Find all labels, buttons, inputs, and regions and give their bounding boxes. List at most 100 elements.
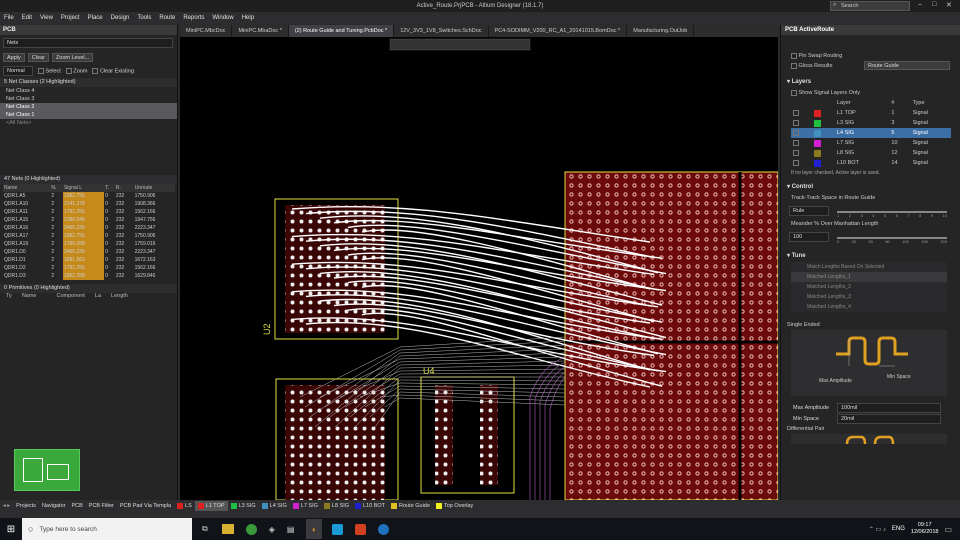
control-section[interactable]: ▾ Control	[781, 182, 960, 193]
menu-edit[interactable]: Edit	[18, 15, 36, 21]
panel-tab[interactable]: PCB Filter	[86, 501, 117, 511]
layer-tab[interactable]: Route Guide	[388, 501, 433, 511]
col-t[interactable]: T.	[104, 184, 115, 192]
chrome-icon[interactable]	[245, 523, 257, 535]
col-r[interactable]: R.	[114, 184, 134, 192]
panel-tab[interactable]: PCB	[68, 501, 85, 511]
pcb-board-drawing[interactable]: U2 U4	[180, 37, 778, 500]
layer-row[interactable]: L10 BOT 14 Signal	[791, 158, 951, 168]
zoom-checkbox[interactable]: Zoom	[65, 67, 87, 74]
col-name[interactable]: Name	[3, 184, 51, 192]
prim-col[interactable]: Length	[111, 293, 128, 299]
net-row[interactable]: QDR1.D2 2 1791.256 0 232 1562.166	[3, 264, 175, 272]
max-amplitude-input[interactable]: 100mil	[837, 402, 941, 413]
layer-tab[interactable]: L10 BOT	[352, 501, 388, 511]
select-checkbox[interactable]: Select	[38, 67, 61, 74]
board-thumbnail[interactable]	[14, 449, 80, 491]
layer-row[interactable]: L3 SIG 3 Signal	[791, 118, 951, 128]
menu-window[interactable]: Window	[208, 15, 237, 21]
notepad-icon[interactable]: ▤	[287, 525, 295, 534]
net-class-item[interactable]: Net Class 3	[0, 95, 177, 103]
prim-col[interactable]: La	[95, 293, 101, 299]
col-n[interactable]: N.	[50, 184, 63, 192]
altium-icon[interactable]: ◐	[306, 519, 323, 539]
layer-checkbox[interactable]	[793, 129, 799, 136]
tune-item[interactable]: Match Lengths Based On Selected	[791, 262, 947, 272]
layers-section[interactable]: ▾ Layers	[781, 77, 960, 88]
net-class-item[interactable]: Net Class 4	[0, 87, 177, 95]
clear-button[interactable]: Clear	[27, 53, 49, 62]
mode-select[interactable]: Nets	[3, 38, 173, 48]
taskbar-search[interactable]: ○ Type here to search	[22, 518, 192, 540]
canvas-toolbar[interactable]	[389, 38, 531, 51]
net-row[interactable]: QDR1.D0 2 2456.239 0 232 2223.347	[3, 248, 175, 256]
document-tab[interactable]: Manufacturing.OutJob	[627, 25, 695, 37]
net-row[interactable]: QDR1.A5 2 1962.756 0 232 1750.906	[3, 192, 175, 200]
net-class-item[interactable]: <All Nets>	[0, 119, 177, 127]
panel-tab[interactable]: Navigator	[39, 501, 69, 511]
tune-item[interactable]: Matched Lengths_3	[791, 292, 947, 302]
net-row[interactable]: QDR1.D3 2 1862.358 0 232 1629.846	[3, 272, 175, 280]
menu-file[interactable]: File	[0, 15, 18, 21]
layer-tab[interactable]: LS	[174, 501, 195, 511]
windows-start-icon[interactable]: ⊞	[0, 524, 22, 535]
prim-col[interactable]: Name	[22, 293, 37, 299]
pin-swap-checkbox[interactable]: Pin Swap Routing	[781, 51, 960, 61]
menu-help[interactable]: Help	[238, 15, 258, 21]
language-indicator[interactable]: ENG	[892, 526, 905, 532]
col-unrouted[interactable]: Unroute	[133, 184, 175, 192]
app-icon[interactable]: ◈	[269, 525, 275, 534]
file-explorer-icon[interactable]	[221, 524, 234, 534]
layer-checkbox[interactable]	[793, 159, 799, 166]
apply-button[interactable]: Apply	[3, 53, 25, 62]
gloss-results-checkbox[interactable]: Gloss Results Route Guide	[781, 61, 960, 71]
zoom-level-button[interactable]: Zoom Level...	[51, 53, 94, 62]
net-row[interactable]: QDR1.A16 2 2456.239 0 232 2223.347	[3, 224, 175, 232]
net-class-item[interactable]: Net Class 1	[0, 111, 177, 119]
layer-checkbox[interactable]	[793, 139, 799, 146]
document-tab[interactable]: (2) Route Guide and Tuning.PcbDoc *	[288, 25, 395, 37]
layer-tab[interactable]: L1 TOP	[194, 501, 228, 511]
maximize-icon[interactable]: □	[932, 1, 936, 8]
net-class-item[interactable]: Net Class 2	[0, 103, 177, 111]
layer-row[interactable]: L8 SIG 12 Signal	[791, 148, 951, 158]
notifications-icon[interactable]: ▭	[944, 525, 952, 534]
layer-checkbox[interactable]	[793, 149, 799, 156]
col-signal[interactable]: Signal L	[62, 184, 105, 192]
layer-tab[interactable]: Top Overlay	[433, 501, 476, 511]
search-input[interactable]: Search	[830, 1, 910, 11]
layer-tab[interactable]: L7 SIG	[290, 501, 321, 511]
clear-existing-checkbox[interactable]: Clear Existing	[92, 67, 134, 74]
track-space-input[interactable]: Rule	[789, 206, 829, 216]
net-row[interactable]: QDR1.A19 2 1786.058 0 232 1759.016	[3, 240, 175, 248]
minimize-icon[interactable]: –	[918, 1, 922, 8]
document-tab[interactable]: 12V_3V3_1V8_Switches.SchDoc	[394, 25, 489, 37]
menu-reports[interactable]: Reports	[179, 15, 208, 21]
task-view-icon[interactable]: ⧉	[202, 524, 208, 534]
scroll-left-icon[interactable]: ◂ ▸	[0, 501, 13, 511]
filter-mode-select[interactable]: Normal	[3, 66, 33, 76]
layer-tab[interactable]: L4 SIG	[259, 501, 290, 511]
layer-checkbox[interactable]	[793, 109, 799, 116]
layer-row[interactable]: L7 SIG 10 Signal	[791, 138, 951, 148]
net-row[interactable]: QDR1.A10 2 2141.378 0 232 1908.366	[3, 200, 175, 208]
menu-design[interactable]: Design	[107, 15, 134, 21]
panel-tab[interactable]: PCB Pad Via Templa	[117, 501, 174, 511]
net-row[interactable]: QDR1.A17 2 1962.756 0 232 1750.906	[3, 232, 175, 240]
layer-row[interactable]: L4 SIG 5 Signal	[791, 128, 951, 138]
tune-item[interactable]: Matched Lengths_1	[791, 272, 947, 282]
skype-icon[interactable]	[332, 523, 344, 535]
camera-app-icon[interactable]	[378, 523, 390, 535]
prim-col[interactable]: Component	[56, 293, 84, 299]
close-icon[interactable]: ✕	[946, 1, 952, 9]
net-row[interactable]: QDR1.A11 2 1791.256 0 232 1562.166	[3, 208, 175, 216]
layer-checkbox[interactable]	[793, 119, 799, 126]
layer-row[interactable]: L1 TOP 1 Signal	[791, 108, 951, 118]
menu-place[interactable]: Place	[84, 15, 107, 21]
route-guide-button[interactable]: Route Guide	[864, 61, 950, 70]
net-row[interactable]: QDR1.A15 2 2180.946 0 232 1947.756	[3, 216, 175, 224]
min-space-input[interactable]: 20mil	[837, 413, 941, 424]
pcb-canvas[interactable]: U2 U4	[180, 37, 778, 500]
prim-col[interactable]: Ty	[6, 293, 12, 299]
layer-tab[interactable]: L3 SIG	[228, 501, 259, 511]
